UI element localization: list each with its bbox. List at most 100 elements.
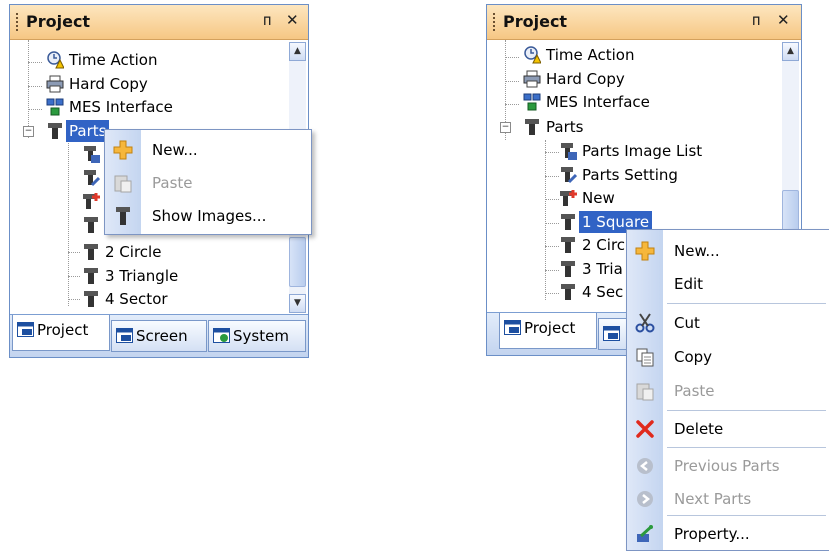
- delete-x-icon: [636, 420, 654, 438]
- tab-label: Project: [524, 319, 576, 337]
- menu-item-label: Delete: [674, 420, 724, 438]
- collapse-toggle[interactable]: −: [500, 122, 511, 133]
- menu-separator: [667, 303, 826, 304]
- panel-title: Project: [26, 12, 91, 31]
- window-icon: [504, 320, 521, 335]
- panel-title: Project: [503, 12, 568, 31]
- tree-item-label: 3 Triangle: [105, 267, 179, 285]
- panel-title-bar[interactable]: Project ᴨ ✕: [487, 5, 801, 40]
- parts-setting-icon: [561, 167, 577, 184]
- printer-icon: [46, 75, 64, 93]
- tree-item-label: MES Interface: [69, 98, 173, 116]
- menu-separator: [667, 410, 826, 411]
- clock-warning-icon: [524, 46, 541, 64]
- tree-item-label: 2 Circ: [582, 236, 626, 254]
- tree-item-label: 4 Sector: [105, 290, 168, 308]
- scroll-thumb[interactable]: [289, 237, 306, 287]
- menu-item-label: Paste: [674, 382, 715, 400]
- tab-label: Screen: [136, 327, 188, 345]
- parts-icon: [525, 119, 539, 135]
- tree-item-label: Parts Image List: [582, 142, 703, 160]
- menu-item-new[interactable]: New...: [627, 234, 829, 268]
- pin-icon[interactable]: ᴨ: [752, 11, 760, 29]
- menu-item-previous-parts[interactable]: Previous Parts: [627, 449, 829, 483]
- menu-item-next-parts[interactable]: Next Parts: [627, 482, 829, 516]
- menu-item-paste[interactable]: Paste: [105, 166, 311, 200]
- tree-item-label: Parts: [546, 118, 584, 136]
- network-icon: [523, 93, 541, 111]
- tree-item-label: Time Action: [546, 46, 635, 64]
- pin-icon[interactable]: ᴨ: [263, 11, 271, 29]
- paste-icon: [114, 175, 132, 193]
- close-icon[interactable]: ✕: [286, 11, 299, 29]
- scissors-icon: [635, 313, 655, 333]
- menu-separator: [667, 447, 826, 448]
- menu-item-label: Previous Parts: [674, 457, 780, 475]
- part-icon: [561, 237, 575, 253]
- context-menu-parts: New... Paste Show Images...: [104, 129, 312, 235]
- tree-item-label: Parts: [66, 120, 110, 142]
- tree-item-label: New: [582, 189, 615, 207]
- parts-image-list-icon: [84, 146, 100, 163]
- parts-setting-icon: [84, 170, 100, 187]
- menu-item-new[interactable]: New...: [105, 133, 311, 167]
- part-icon: [84, 268, 98, 284]
- property-icon: [637, 524, 654, 542]
- plus-icon: [113, 140, 133, 160]
- close-icon[interactable]: ✕: [777, 11, 790, 29]
- panel-title-bar[interactable]: Project ᴨ ✕: [10, 5, 308, 40]
- menu-item-label: Next Parts: [674, 490, 752, 508]
- menu-item-show-images[interactable]: Show Images...: [105, 199, 311, 233]
- menu-item-label: Copy: [674, 348, 713, 366]
- menu-item-delete[interactable]: Delete: [627, 412, 829, 446]
- plus-icon: [635, 241, 655, 261]
- tab-screen[interactable]: Screen: [111, 320, 207, 352]
- window-icon: [116, 328, 133, 343]
- clock-warning-icon: [47, 51, 64, 69]
- tree-item-label: Hard Copy: [69, 75, 148, 93]
- panel-tabs: Project Screen System: [10, 314, 308, 357]
- scroll-down-button[interactable]: ▼: [289, 294, 306, 313]
- tree-item-label: 4 Sec: [582, 283, 624, 301]
- tree-item-label: Parts Setting: [582, 166, 678, 184]
- system-icon: [213, 328, 230, 343]
- window-icon: [17, 322, 34, 337]
- parts-icon: [116, 207, 130, 225]
- menu-item-copy[interactable]: Copy: [627, 340, 829, 374]
- menu-item-label: Edit: [674, 275, 704, 293]
- tree-item-label: 3 Tria: [582, 260, 623, 278]
- menu-item-paste[interactable]: Paste: [627, 374, 829, 408]
- window-icon: [603, 326, 620, 341]
- part-icon: [84, 217, 98, 233]
- tree-item-label: MES Interface: [546, 93, 650, 111]
- part-icon: [84, 291, 98, 307]
- context-menu-part: New... Edit Cut Copy Paste Delete Previo…: [626, 229, 829, 551]
- tab-project[interactable]: Project: [12, 315, 110, 351]
- menu-item-label: Cut: [674, 314, 700, 332]
- tab-label: Project: [37, 321, 89, 339]
- scroll-up-button[interactable]: ▲: [289, 42, 306, 61]
- menu-item-label: Property...: [674, 525, 750, 543]
- copy-icon: [636, 348, 654, 367]
- part-icon: [561, 214, 575, 230]
- menu-item-label: Paste: [152, 174, 193, 192]
- tree-item-label: Time Action: [69, 51, 158, 69]
- menu-item-cut[interactable]: Cut: [627, 306, 829, 340]
- tab-system[interactable]: System: [208, 320, 306, 352]
- printer-icon: [523, 70, 541, 88]
- drag-grip[interactable]: [16, 13, 18, 31]
- menu-separator: [667, 515, 826, 516]
- menu-item-edit[interactable]: Edit: [627, 267, 829, 301]
- parts-icon: [48, 123, 62, 139]
- tree-item-label: Hard Copy: [546, 70, 625, 88]
- new-part-icon: [560, 190, 577, 206]
- scroll-up-button[interactable]: ▲: [782, 42, 799, 61]
- drag-grip[interactable]: [493, 13, 495, 31]
- part-icon: [561, 261, 575, 277]
- collapse-toggle[interactable]: −: [23, 126, 34, 137]
- tab-project[interactable]: Project: [499, 313, 597, 349]
- menu-item-property[interactable]: Property...: [627, 517, 829, 551]
- menu-item-label: New...: [674, 242, 720, 260]
- parts-image-list-icon: [561, 143, 577, 160]
- network-icon: [46, 98, 64, 116]
